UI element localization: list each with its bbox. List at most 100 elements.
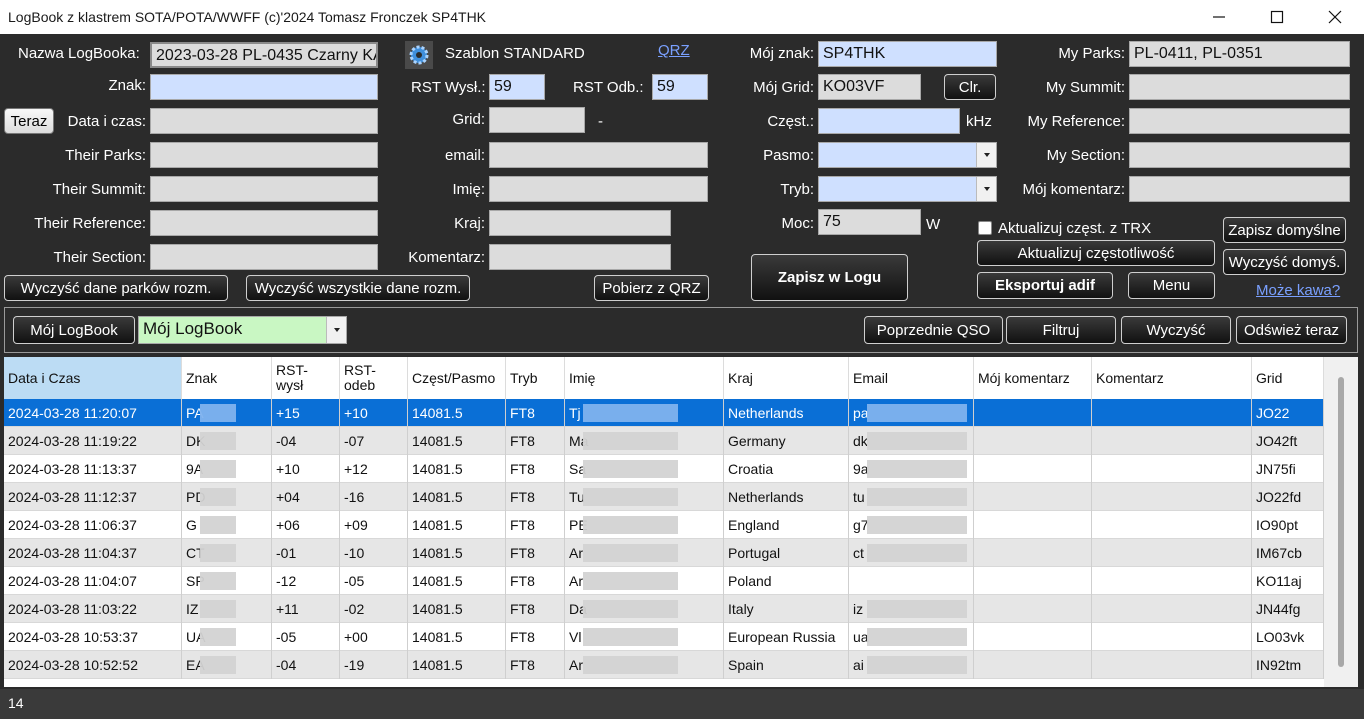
col-call-header[interactable]: Znak (182, 357, 272, 399)
cell-text: +00 (344, 629, 368, 645)
col-name-header[interactable]: Imię (565, 357, 724, 399)
table-row[interactable]: 2024-03-28 11:19:22 DK -04 -07 14081.5 FT8 Ma G… (4, 427, 1324, 455)
cell-text: -01 (276, 545, 297, 561)
clear-filter-button[interactable]: Wyczyść (1121, 316, 1231, 344)
teraz-button[interactable]: Teraz (4, 108, 54, 134)
table-row[interactable]: 2024-03-28 11:04:37 CT -01 -10 14081.5 FT8 Ar P… (4, 539, 1324, 567)
mode-select[interactable] (818, 176, 997, 202)
cell-text: 14081.5 (412, 489, 463, 505)
freq-input[interactable] (818, 108, 960, 134)
table-row[interactable]: 2024-03-28 11:13:37 9A +10 +12 14081.5 FT8 Sa C… (4, 455, 1324, 483)
col-call-cell: UA (182, 623, 272, 651)
update-freq-trx-checkbox[interactable] (978, 221, 992, 235)
update-freq-button[interactable]: Aktualizuj częstotliwość (977, 240, 1215, 266)
my-logbook-button[interactable]: Mój LogBook (13, 316, 135, 344)
clr-button[interactable]: Clr. (944, 74, 996, 100)
their-reference-field[interactable] (150, 210, 378, 236)
chevron-down-icon (326, 317, 346, 343)
menu-button[interactable]: Menu (1128, 272, 1215, 299)
logbook-name-field[interactable]: 2023-03-28 PL-0435 Czarny KĄT (150, 42, 378, 68)
scrollbar-thumb[interactable] (1338, 377, 1344, 667)
save-log-button[interactable]: Zapisz w Logu (751, 254, 908, 301)
my-parks-field[interactable]: PL-0411, PL-0351 (1129, 41, 1350, 67)
table-row[interactable]: 2024-03-28 11:03:22 IZ +11 -02 14081.5 FT8 Da I… (4, 595, 1324, 623)
table-row[interactable]: 2024-03-28 10:52:52 EA -04 -19 14081.5 FT8 Ar S… (4, 651, 1324, 679)
save-default-button[interactable]: Zapisz domyślne (1223, 217, 1346, 243)
table-row[interactable]: 2024-03-28 10:53:37 UA -05 +00 14081.5 FT8 Vl E… (4, 623, 1324, 651)
vertical-scrollbar[interactable] (1324, 357, 1358, 687)
table-row[interactable]: 2024-03-28 11:20:07 PA +15 +10 14081.5 FT8 Tj N… (4, 399, 1324, 427)
redaction-blur (867, 656, 967, 674)
clear-parks-button[interactable]: Wyczyść dane parków rozm. (4, 275, 228, 301)
col-email-header[interactable]: Email (849, 357, 974, 399)
col-comment-cell (1092, 483, 1252, 511)
email-field[interactable] (489, 142, 708, 168)
country-field[interactable] (489, 210, 671, 236)
name-field[interactable] (489, 176, 708, 202)
col-datetime-cell: 2024-03-28 11:03:22 (4, 595, 182, 623)
logbook-select[interactable]: Mój LogBook (138, 316, 347, 344)
minimize-button[interactable] (1190, 0, 1248, 34)
my-summit-field[interactable] (1129, 74, 1350, 100)
col-country-header[interactable]: Kraj (724, 357, 849, 399)
their-parks-label: Their Parks: (65, 147, 146, 164)
cell-text: FT8 (510, 601, 535, 617)
band-select[interactable] (818, 142, 997, 168)
grid-field[interactable] (489, 107, 585, 133)
cell-text: Ar (569, 573, 583, 589)
cell-text: 2024-03-28 11:04:07 (8, 573, 137, 589)
cell-text: Ar (569, 657, 583, 673)
export-adif-button[interactable]: Eksportuj adif (977, 272, 1113, 299)
close-button[interactable] (1306, 0, 1364, 34)
col-freq-cell: 14081.5 (408, 399, 506, 427)
col-country-cell: England (724, 511, 849, 539)
col-rst-recv-header[interactable]: RST-odeb (340, 357, 408, 399)
prev-qso-button[interactable]: Poprzednie QSO (864, 316, 1003, 344)
cell-text: 14081.5 (412, 629, 463, 645)
cell-text: +09 (344, 517, 368, 533)
col-email-cell: dk (849, 427, 974, 455)
their-parks-field[interactable] (150, 142, 378, 168)
col-grid-cell: JN44fg (1252, 595, 1324, 623)
coffee-link[interactable]: Może kawa? (1256, 282, 1340, 299)
refresh-button[interactable]: Odśwież teraz (1236, 316, 1347, 344)
my-call-input[interactable]: SP4THK (818, 41, 997, 67)
clear-all-button[interactable]: Wyczyść wszystkie dane rozm. (246, 275, 470, 301)
maximize-button[interactable] (1248, 0, 1306, 34)
col-email-cell: ua (849, 623, 974, 651)
grid-header: Data i Czas Znak RST-wysł RST-odeb Częst/Pas… (4, 357, 1324, 399)
qrz-fetch-button[interactable]: Pobierz z QRZ (594, 275, 709, 301)
comment-field[interactable] (489, 244, 671, 270)
datetime-field[interactable] (150, 108, 378, 134)
rst-sent-input[interactable]: 59 (489, 74, 545, 100)
their-summit-field[interactable] (150, 176, 378, 202)
col-country-cell: Portugal (724, 539, 849, 567)
filter-button[interactable]: Filtruj (1006, 316, 1116, 344)
my-comment-field[interactable] (1129, 176, 1350, 202)
my-grid-field[interactable]: KO03VF (818, 74, 921, 100)
col-comment-header[interactable]: Komentarz (1092, 357, 1252, 399)
table-row[interactable]: 2024-03-28 11:06:37 G +06 +09 14081.5 FT8 PE En… (4, 511, 1324, 539)
table-row[interactable]: 2024-03-28 11:12:37 PD +04 -16 14081.5 FT8 Tu N… (4, 483, 1324, 511)
col-rst-sent-header[interactable]: RST-wysł (272, 357, 340, 399)
redaction-blur (200, 600, 236, 618)
qso-grid[interactable]: Data i Czas Znak RST-wysł RST-odeb Częst/Pas… (4, 357, 1358, 687)
col-mode-header[interactable]: Tryb (506, 357, 565, 399)
col-mode-cell: FT8 (506, 651, 565, 679)
col-freq-header[interactable]: Częst/Pasmo (408, 357, 506, 399)
clear-default-button[interactable]: Wyczyść domyś. (1223, 249, 1346, 275)
col-my-comment-header[interactable]: Mój komentarz (974, 357, 1092, 399)
rst-recv-input[interactable]: 59 (652, 74, 708, 100)
their-section-field[interactable] (150, 244, 378, 270)
table-row[interactable]: 2024-03-28 11:04:07 SP -12 -05 14081.5 FT8 Ar P… (4, 567, 1324, 595)
my-reference-field[interactable] (1129, 108, 1350, 134)
col-name-cell: Tj (565, 399, 724, 427)
qrz-link[interactable]: QRZ (658, 42, 690, 59)
power-field[interactable]: 75 (818, 209, 921, 235)
cell-text: 2024-03-28 10:52:52 (8, 657, 138, 673)
my-section-field[interactable] (1129, 142, 1350, 168)
gear-icon[interactable] (405, 41, 433, 69)
col-grid-header[interactable]: Grid (1252, 357, 1324, 399)
call-input[interactable] (150, 74, 378, 100)
col-datetime-header[interactable]: Data i Czas (4, 357, 182, 399)
